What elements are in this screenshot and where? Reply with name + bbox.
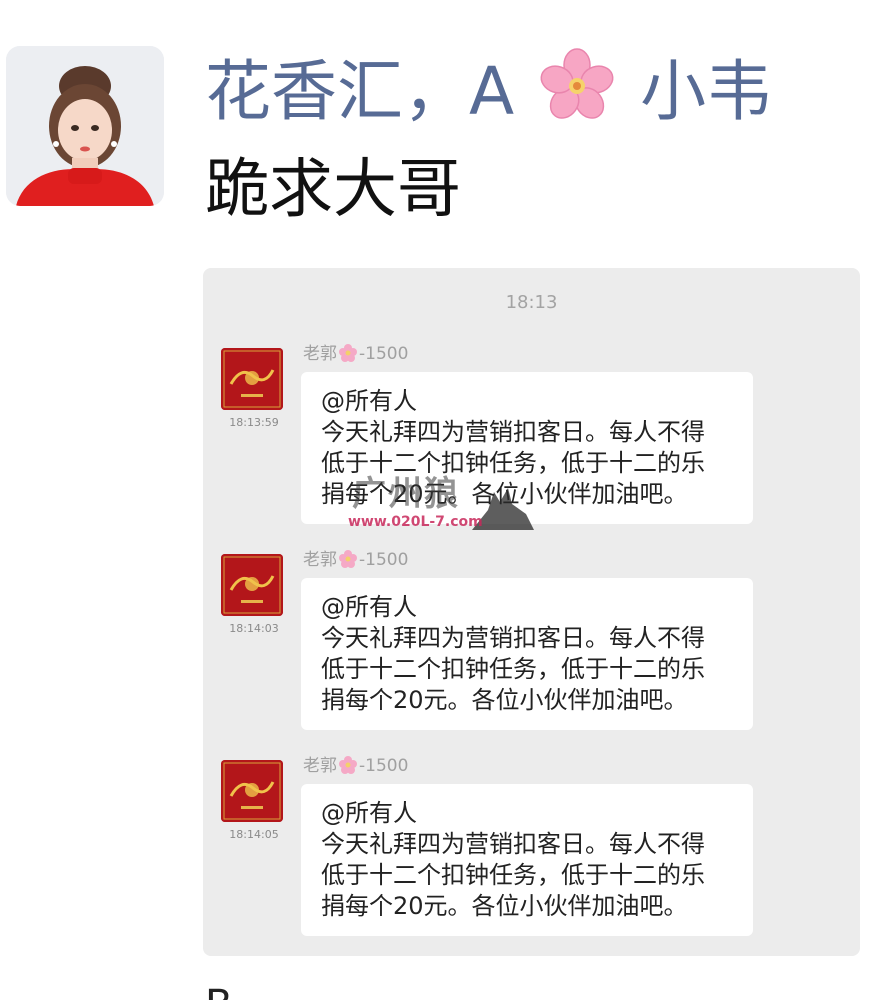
group-avatar-icon <box>221 760 283 822</box>
sender-name-suffix: -1500 <box>359 344 409 364</box>
sender-name-prefix: 老郭 <box>303 550 337 570</box>
message-line: 捐每个20元。各位小伙伴加油吧。 <box>321 686 688 714</box>
message-bubble[interactable]: @所有人 今天礼拜四为营销扣客日。每人不得 低于十二个扣钟任务，低于十二的乐 捐… <box>301 578 753 730</box>
avatar-portrait-icon <box>6 46 164 206</box>
message-line: @所有人 <box>321 593 417 621</box>
message-timestamp: 18:14:03 <box>229 622 279 635</box>
chat-time-divider: 18:13 <box>505 292 558 313</box>
sender-name-suffix: -1500 <box>359 756 409 776</box>
message-bubble[interactable]: @所有人 今天礼拜四为营销扣客日。每人不得 低于十二个扣钟任务，低于十二的乐 捐… <box>301 372 753 524</box>
message-timestamp: 18:13:59 <box>229 416 279 429</box>
message-line: @所有人 <box>321 799 417 827</box>
message-line: 捐每个20元。各位小伙伴加油吧。 <box>321 480 688 508</box>
message-line: 今天礼拜四为营销扣客日。每人不得 <box>321 624 705 652</box>
screenshot-image[interactable]: 18:13 18:13:59 老郭 -1500 @所有人 今天礼拜四为营销扣客日。… <box>203 268 860 956</box>
message-line: 今天礼拜四为营销扣客日。每人不得 <box>321 418 705 446</box>
chat-message: 18:14:05 老郭 -1500 @所有人 今天礼拜四为营销扣客日。每人不得 低… <box>203 754 860 944</box>
message-line: @所有人 <box>321 387 417 415</box>
chat-message: 18:13:59 老郭 -1500 @所有人 今天礼拜四为营销扣客日。每人不得 低… <box>203 342 860 532</box>
sender-name-prefix: 老郭 <box>303 756 337 776</box>
post-text: 跪求大哥 <box>205 153 461 227</box>
message-line: 今天礼拜四为营销扣客日。每人不得 <box>321 830 705 858</box>
sender-name-prefix: 老郭 <box>303 344 337 364</box>
chat-message: 18:14:03 老郭 -1500 @所有人 今天礼拜四为营销扣客日。每人不得 低… <box>203 548 860 738</box>
sender-name: 老郭 -1500 <box>303 342 408 366</box>
message-line: 低于十二个扣钟任务，低于十二的乐 <box>321 449 705 477</box>
group-avatar-icon <box>221 348 283 410</box>
next-post-fragment: B <box>205 980 232 1000</box>
cherry-blossom-icon <box>338 755 358 775</box>
message-line: 低于十二个扣钟任务，低于十二的乐 <box>321 861 705 889</box>
poster-name[interactable]: 花香汇，A 小韦 <box>205 48 773 130</box>
message-timestamp: 18:14:05 <box>229 828 279 841</box>
message-line: 捐每个20元。各位小伙伴加油吧。 <box>321 892 688 920</box>
message-line: 低于十二个扣钟任务，低于十二的乐 <box>321 655 705 683</box>
sender-name: 老郭 -1500 <box>303 548 408 572</box>
group-avatar-icon <box>221 554 283 616</box>
cherry-blossom-icon <box>338 549 358 569</box>
cherry-blossom-icon <box>338 343 358 363</box>
sender-name: 老郭 -1500 <box>303 754 408 778</box>
poster-name-right: 小韦 <box>640 53 773 130</box>
sender-name-suffix: -1500 <box>359 550 409 570</box>
moments-post: 花香汇，A 小韦 跪求大哥 18:13 18:13:59 老郭 -1500 @所… <box>0 0 883 1000</box>
poster-avatar[interactable] <box>6 46 164 206</box>
message-bubble[interactable]: @所有人 今天礼拜四为营销扣客日。每人不得 低于十二个扣钟任务，低于十二的乐 捐… <box>301 784 753 936</box>
cherry-blossom-icon <box>539 48 615 124</box>
poster-name-left: 花香汇，A <box>205 53 515 130</box>
